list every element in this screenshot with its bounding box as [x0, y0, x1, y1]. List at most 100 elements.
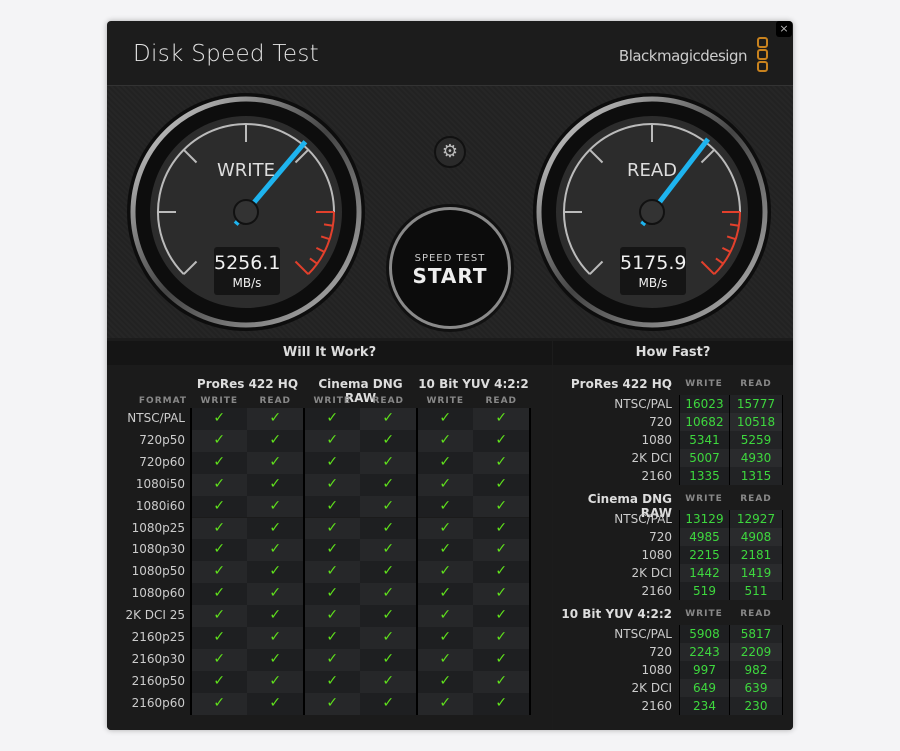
check-icon: ✓ [247, 648, 304, 671]
check-icon: ✓ [360, 692, 417, 715]
resolution-label: 2160 [641, 469, 672, 483]
write-speed-value: 5908 [680, 625, 729, 643]
resolution-label: 1080 [641, 433, 672, 447]
check-icon: ✓ [360, 561, 417, 584]
brand-logo-icon [757, 37, 769, 73]
format-row-label: 2160p25 [131, 630, 185, 644]
check-icon: ✓ [304, 670, 361, 693]
format-row-label: 1080p25 [131, 520, 185, 535]
format-row-label: 2160p30 [131, 651, 185, 666]
check-icon: ✓ [360, 648, 417, 671]
read-value-display: 5175.9 MB/s [620, 247, 686, 295]
format-row-label: 2160p60 [131, 695, 185, 710]
check-icon: ✓ [247, 429, 304, 452]
check-icon: ✓ [247, 605, 304, 627]
start-button-line1: SPEED TEST [414, 253, 486, 264]
write-gauge-label: WRITE [217, 160, 275, 181]
check-icon: ✓ [360, 473, 417, 496]
write-speed-value: 4985 [680, 528, 729, 546]
check-icon: ✓ [360, 429, 417, 452]
read-speed-value: 4930 [730, 449, 782, 467]
check-icon: ✓ [247, 670, 304, 693]
check-icon: ✓ [473, 670, 530, 693]
check-icon: ✓ [247, 473, 304, 496]
write-speed-value: 13129 [680, 510, 729, 528]
check-icon: ✓ [247, 495, 304, 518]
check-icon: ✓ [473, 561, 530, 584]
check-icon: ✓ [191, 583, 248, 606]
check-icon: ✓ [191, 561, 248, 584]
check-icon: ✓ [304, 495, 361, 518]
read-gauge-red-tick [729, 223, 740, 227]
speed-test-start-button[interactable]: SPEED TEST START [389, 207, 511, 329]
read-column-header: READ [372, 396, 404, 406]
check-icon: ✓ [304, 648, 361, 671]
check-icon: ✓ [360, 408, 417, 430]
check-icon: ✓ [191, 692, 248, 715]
read-speed-value: 982 [730, 661, 782, 679]
check-icon: ✓ [473, 539, 530, 562]
write-speed-value: 5007 [680, 449, 729, 467]
format-row-label: 1080p30 [131, 542, 185, 557]
read-gauge-label: READ [626, 160, 678, 181]
read-speed-value: 15777 [730, 395, 782, 413]
check-icon: ✓ [417, 670, 474, 693]
check-icon: ✓ [417, 627, 474, 649]
check-icon: ✓ [304, 408, 361, 430]
will-it-work-panel: Will It Work? FORMAT ProRes 422 HQ Cinema … [107, 341, 552, 730]
write-speed-value: 5341 [680, 431, 729, 449]
column-divider [416, 408, 418, 715]
close-button[interactable]: × [776, 21, 792, 37]
column-divider [303, 408, 305, 715]
how-fast-panel: How Fast? ProRes 422 HQ WRITE READ NTSC/PAL… [553, 341, 793, 730]
check-icon: ✓ [304, 429, 361, 452]
app-window: Disk Speed Test Blackmagicdesign WRITE R… [107, 21, 793, 730]
check-icon: ✓ [473, 648, 530, 671]
check-icon: ✓ [360, 495, 417, 518]
resolution-label: NTSC/PAL [614, 512, 672, 526]
check-icon: ✓ [473, 583, 530, 606]
check-icon: ✓ [247, 539, 304, 562]
check-icon: ✓ [417, 583, 474, 606]
check-icon: ✓ [360, 670, 417, 693]
read-speed-value: 10518 [730, 413, 782, 431]
check-icon: ✓ [417, 451, 474, 474]
resolution-label: 1080 [641, 548, 672, 562]
write-gauge-red-tick [323, 223, 334, 227]
write-value: 5256.1 [214, 252, 281, 274]
write-needle-hub [233, 199, 259, 225]
check-icon: ✓ [304, 583, 361, 606]
will-it-work-title: Will It Work? [107, 341, 552, 365]
write-column-header: WRITE [685, 609, 723, 619]
format-row-label: 1080i60 [135, 498, 185, 513]
read-unit: MB/s [638, 276, 668, 290]
check-icon: ✓ [191, 495, 248, 518]
write-speed-value: 16023 [680, 395, 729, 413]
check-icon: ✓ [191, 627, 248, 649]
check-icon: ✓ [191, 648, 248, 671]
check-icon: ✓ [191, 429, 248, 452]
read-column-header: READ [485, 396, 517, 406]
write-column-header: WRITE [426, 396, 464, 406]
resolution-label: 2K DCI [631, 566, 672, 580]
write-column-header: WRITE [313, 396, 351, 406]
settings-button[interactable]: ⚙ [434, 136, 466, 168]
column-divider [679, 625, 680, 715]
format-row-label: 2K DCI 25 [125, 608, 185, 623]
resolution-label: 720 [649, 415, 672, 429]
check-icon: ✓ [473, 692, 530, 715]
check-icon: ✓ [304, 692, 361, 715]
check-icon: ✓ [191, 517, 248, 540]
speed-group-header: ProRes 422 HQ [570, 377, 672, 391]
read-speed-value: 639 [730, 679, 782, 697]
write-speed-value: 2215 [680, 546, 729, 564]
check-icon: ✓ [417, 473, 474, 496]
column-divider [782, 395, 783, 485]
start-button-line2: START [412, 264, 488, 288]
check-icon: ✓ [304, 561, 361, 584]
read-speed-value: 2209 [730, 643, 782, 661]
read-value: 5175.9 [620, 252, 687, 274]
read-speed-value: 1419 [730, 564, 782, 582]
write-unit: MB/s [232, 276, 262, 290]
check-icon: ✓ [304, 451, 361, 474]
